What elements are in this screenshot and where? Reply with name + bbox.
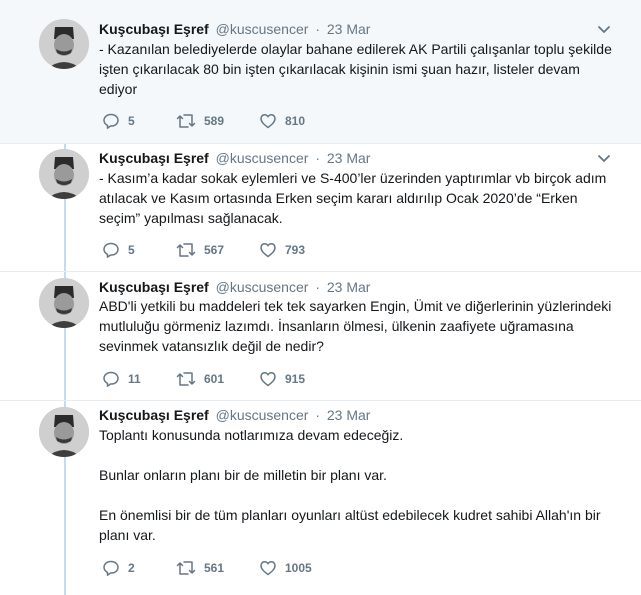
reply-button[interactable]: 5	[102, 112, 176, 130]
reply-icon	[103, 560, 119, 576]
avatar[interactable]	[39, 149, 89, 199]
chevron-down-icon[interactable]	[596, 151, 612, 167]
retweet-count: 561	[204, 561, 225, 575]
retweet-icon	[176, 114, 196, 128]
tweet-header: Kuşcubaşı Eşref @kuscusencer · 23 Mar	[99, 405, 370, 425]
author-handle[interactable]: @kuscusencer	[216, 279, 309, 295]
reply-count: 11	[128, 372, 141, 386]
retweet-count: 589	[204, 114, 225, 128]
retweet-button[interactable]: 601	[176, 370, 259, 388]
like-count: 1005	[285, 561, 312, 575]
reply-count: 5	[128, 243, 135, 257]
retweet-count: 567	[204, 243, 225, 257]
separator-dot: ·	[315, 150, 320, 166]
like-count: 915	[285, 372, 306, 386]
reply-button[interactable]: 5	[102, 241, 176, 259]
tweet-text: - Kasım’a kadar sokak eylemleri ve S-400…	[99, 170, 611, 226]
avatar[interactable]	[39, 19, 89, 69]
retweet-count: 601	[204, 372, 225, 386]
reply-count: 2	[128, 561, 135, 575]
timestamp[interactable]: 23 Mar	[327, 279, 371, 295]
like-button[interactable]: 810	[259, 112, 349, 130]
retweet-button[interactable]: 561	[176, 559, 259, 577]
tweet[interactable]: Kuşcubaşı Eşref @kuscusencer · 23 Mar AB…	[0, 272, 641, 401]
heart-icon	[260, 114, 276, 129]
timestamp[interactable]: 23 Mar	[327, 407, 371, 423]
timestamp[interactable]: 23 Mar	[327, 150, 371, 166]
reply-icon	[103, 113, 119, 129]
author-name[interactable]: Kuşcubaşı Eşref	[99, 21, 209, 37]
tweet[interactable]: Kuşcubaşı Eşref @kuscusencer · 23 Mar - …	[0, 0, 641, 144]
tweet[interactable]: Kuşcubaşı Eşref @kuscusencer · 23 Mar To…	[0, 401, 641, 595]
tweet-header: Kuşcubaşı Eşref @kuscusencer · 23 Mar	[99, 277, 370, 297]
tweet-actions: 11 601 915	[102, 369, 349, 389]
author-name[interactable]: Kuşcubaşı Eşref	[99, 150, 209, 166]
retweet-button[interactable]: 589	[176, 112, 259, 130]
tweet[interactable]: Kuşcubaşı Eşref @kuscusencer · 23 Mar - …	[0, 144, 641, 272]
tweet-actions: 5 589 810	[102, 111, 349, 131]
retweet-icon	[176, 561, 196, 575]
retweet-button[interactable]: 567	[176, 241, 259, 259]
tweet-text: Toplantı konusunda notlarımıza devam ede…	[99, 427, 601, 543]
tweet-header: Kuşcubaşı Eşref @kuscusencer · 23 Mar	[99, 19, 370, 39]
like-button[interactable]: 793	[259, 241, 349, 259]
tweet-text: ABD'li yetkili bu maddeleri tek tek saya…	[99, 298, 616, 354]
author-name[interactable]: Kuşcubaşı Eşref	[99, 407, 209, 423]
author-handle[interactable]: @kuscusencer	[216, 21, 309, 37]
heart-icon	[260, 372, 276, 387]
reply-button[interactable]: 2	[102, 559, 176, 577]
tweet-header: Kuşcubaşı Eşref @kuscusencer · 23 Mar	[99, 148, 370, 168]
retweet-icon	[176, 372, 196, 386]
reply-button[interactable]: 11	[102, 370, 176, 388]
avatar[interactable]	[39, 407, 89, 457]
retweet-icon	[176, 243, 196, 257]
author-handle[interactable]: @kuscusencer	[216, 150, 309, 166]
timestamp[interactable]: 23 Mar	[327, 21, 371, 37]
tweet-actions: 5 567 793	[102, 240, 349, 260]
separator-dot: ·	[315, 407, 320, 423]
avatar[interactable]	[39, 278, 89, 328]
reply-count: 5	[128, 114, 135, 128]
like-button[interactable]: 915	[259, 370, 349, 388]
like-count: 810	[285, 114, 306, 128]
like-button[interactable]: 1005	[259, 559, 349, 577]
like-count: 793	[285, 243, 306, 257]
separator-dot: ·	[315, 21, 320, 37]
heart-icon	[260, 561, 276, 576]
author-handle[interactable]: @kuscusencer	[216, 407, 309, 423]
reply-icon	[103, 242, 119, 258]
separator-dot: ·	[315, 279, 320, 295]
reply-icon	[103, 371, 119, 387]
tweet-text: - Kazanılan belediyelerde olaylar bahane…	[99, 41, 616, 97]
heart-icon	[260, 243, 276, 258]
chevron-down-icon[interactable]	[596, 22, 612, 38]
author-name[interactable]: Kuşcubaşı Eşref	[99, 279, 209, 295]
tweet-actions: 2 561 1005	[102, 558, 349, 578]
